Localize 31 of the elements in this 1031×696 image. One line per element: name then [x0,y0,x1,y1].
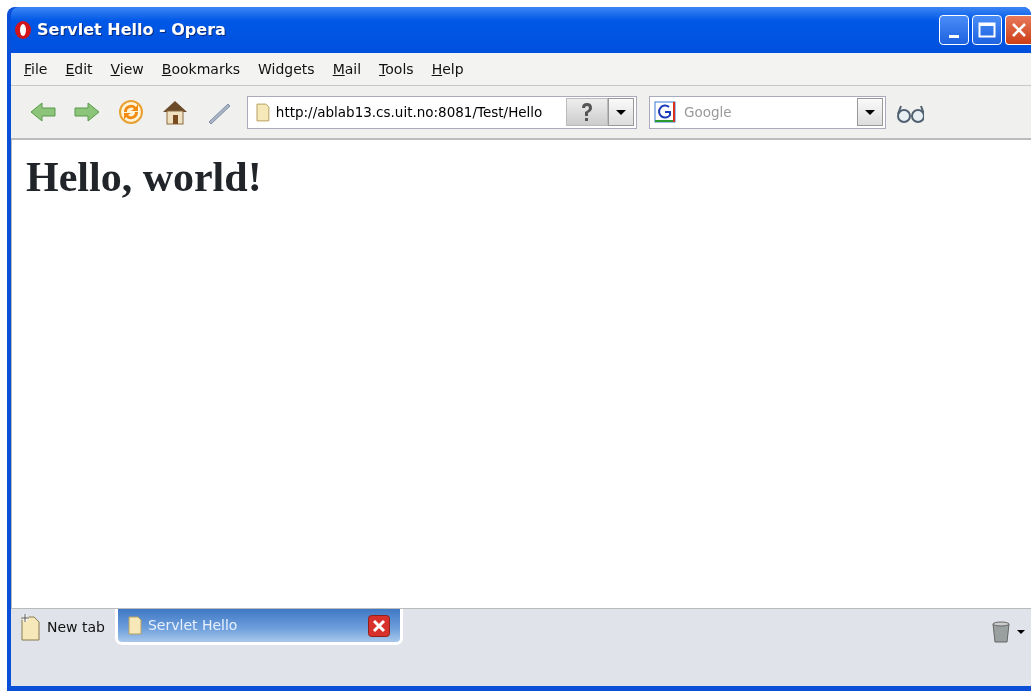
new-page-icon [19,613,41,641]
trash-icon[interactable] [991,621,1011,643]
tab[interactable]: New tab [17,609,115,645]
window-title: Servlet Hello - Opera [37,19,226,41]
close-button[interactable] [1005,15,1031,45]
dropdown-button[interactable] [608,98,634,126]
dropdown-button[interactable] [857,98,883,126]
caret-icon [864,108,876,116]
caret-icon [615,108,627,116]
page-heading: Hello, world! [26,154,263,201]
maximize-button[interactable] [972,15,1002,45]
menu-item[interactable]: Edit [56,58,102,80]
maximize-icon [978,22,996,38]
close-icon [1010,22,1027,38]
menu-item[interactable]: View [101,58,153,80]
opera-logo [13,19,33,41]
menu-item[interactable]: File [15,58,57,80]
menu-item[interactable]: Mail [323,58,371,80]
page-icon [127,616,142,635]
minimize-button[interactable] [939,15,969,45]
search-box[interactable]: Google [649,95,886,129]
menu-item[interactable]: Tools [370,58,423,80]
menu-item[interactable]: Help [422,58,473,80]
close-tab-icon[interactable] [367,614,390,637]
address-bar[interactable]: http://ablab13.cs.uit.no:8081/Test/Hello [247,95,637,129]
caret-icon[interactable] [1017,629,1025,635]
google-icon [654,101,676,123]
menu-item[interactable]: Widgets [249,58,324,80]
reload-icon [116,98,146,126]
menu-item[interactable]: Bookmarks [152,58,250,80]
minimize-icon [949,34,959,38]
